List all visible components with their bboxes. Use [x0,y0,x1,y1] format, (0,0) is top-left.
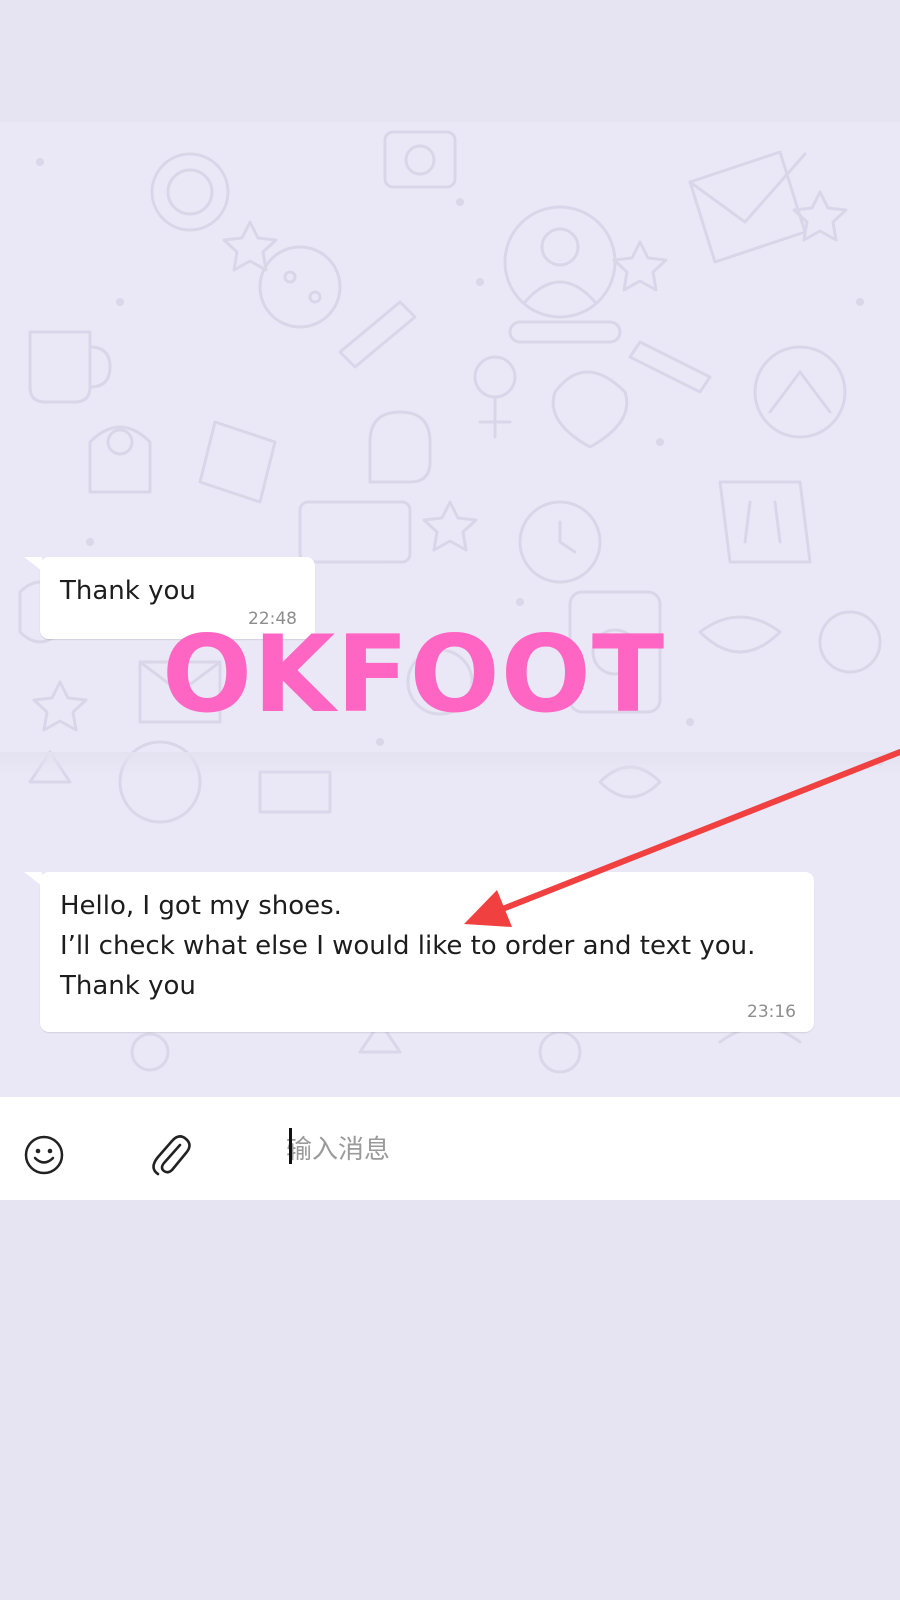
bottom-band [0,1200,900,1600]
chat-divider-shade [0,752,900,776]
message-text-line: Hello, I got my shoes. [60,891,342,921]
message-composer [0,1097,900,1200]
top-band [0,0,900,122]
text-caret [289,1128,292,1164]
smiley-icon[interactable] [22,1133,66,1177]
bubble-tail [24,557,42,571]
message-text: Thank you [60,576,196,606]
message-timestamp: 23:16 [747,1002,796,1022]
paperclip-icon[interactable] [152,1133,192,1177]
bubble-tail [24,872,42,886]
message-input[interactable] [286,1127,866,1173]
message-text-line: Thank you [60,971,196,1001]
incoming-message-bubble[interactable]: Hello, I got my shoes. I’ll check what e… [24,872,814,1032]
okfoot-watermark: OKFOOT [162,613,666,736]
message-text-line: I’ll check what else I would like to ord… [60,931,756,961]
